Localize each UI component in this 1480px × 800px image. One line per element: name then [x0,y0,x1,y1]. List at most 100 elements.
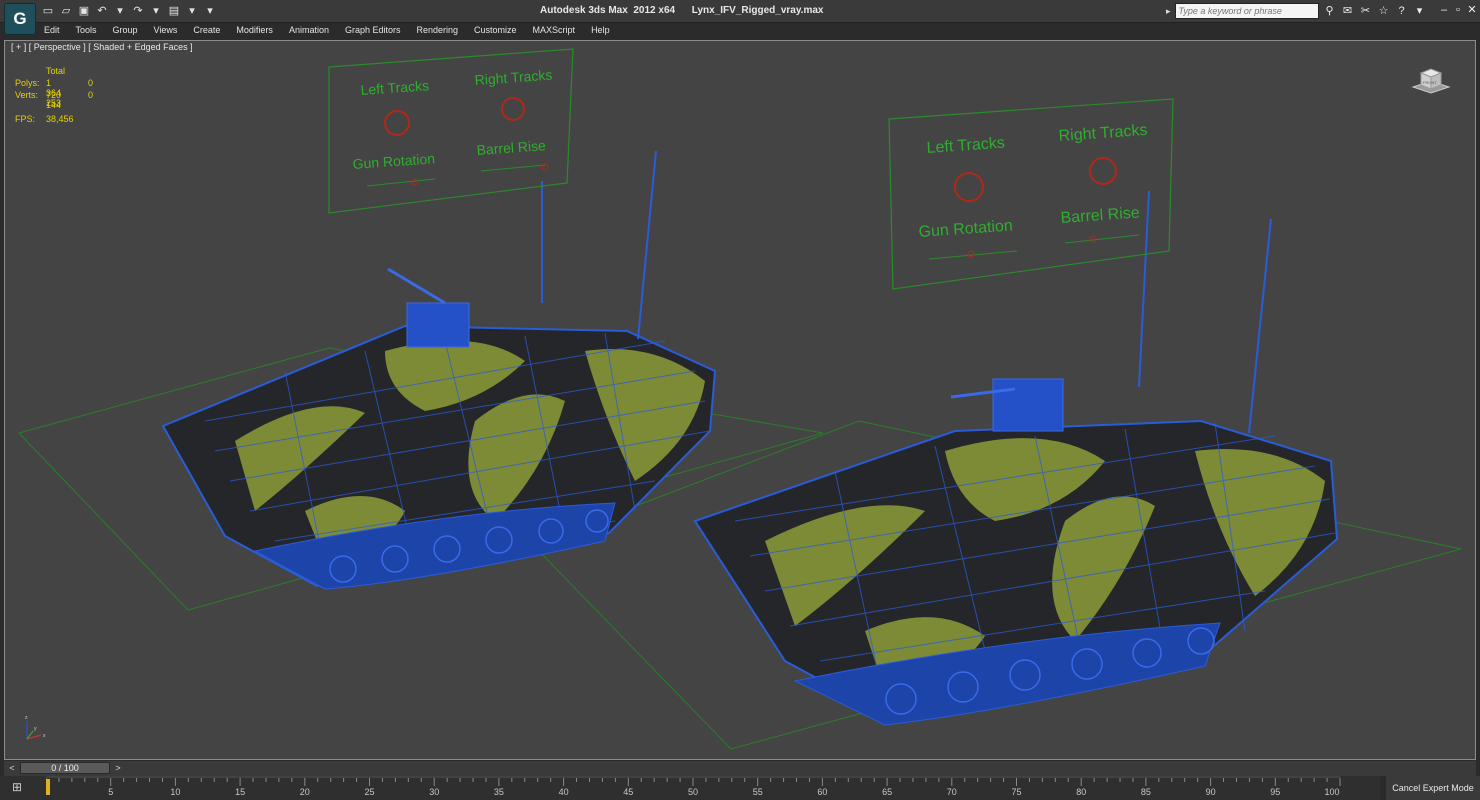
new-file-icon[interactable]: ▭ [40,4,56,18]
menu-animation[interactable]: Animation [281,22,337,38]
application-button[interactable]: G [4,3,36,35]
rig-label-gun-rotation: Gun Rotation [352,150,435,172]
menu-create[interactable]: Create [185,22,228,38]
frame-tick-label: 45 [623,787,633,797]
stats-verts-label: Verts: [15,90,39,100]
menu-maxscript[interactable]: MAXScript [525,22,584,38]
help-dropdown-icon[interactable]: ▾ [1413,4,1427,18]
menu-bar: Edit Tools Group Views Create Modifiers Animat… [36,22,618,38]
menu-customize[interactable]: Customize [466,22,525,38]
save-icon[interactable]: ▣ [76,4,92,18]
rig-label-right-tracks: Right Tracks [474,67,553,88]
lynx-ifv-model-right [693,190,1339,726]
dropdown-arrow-icon[interactable]: ▾ [148,4,164,18]
time-slider-next-button[interactable]: > [112,762,124,774]
rig-label-barrel-rise: Barrel Rise [476,137,546,158]
menu-help[interactable]: Help [583,22,618,38]
quick-access-toolbar: ▭ ▱ ▣ ↶ ▾ ↷ ▾ ▤ ▾ ▾ [40,4,218,18]
binoculars-icon[interactable]: ⚲ [1323,4,1337,18]
infocenter: ▸ ⚲ ✉ ✂ ☆ ? ▾ [1166,3,1427,19]
frame-tick-label: 5 [108,787,113,797]
search-expand-icon[interactable]: ▸ [1166,6,1171,17]
menu-edit[interactable]: Edit [36,22,68,38]
frame-tick-label: 90 [1206,787,1216,797]
frame-tick-label: 30 [429,787,439,797]
axis-y-label: y [34,726,37,732]
menu-tools[interactable]: Tools [68,22,105,38]
frame-tick-label: 15 [235,787,245,797]
customize-qat-icon[interactable]: ▾ [202,4,218,18]
redo-icon[interactable]: ↷ [130,4,146,18]
viewport-label-menu[interactable]: [ + ] [ Perspective ] [ Shaded + Edged F… [11,42,193,52]
perspective-viewport[interactable]: Left Tracks Right Tracks Gun Rotation Ba… [4,40,1476,760]
stats-polys-label: Polys: [15,78,40,88]
rig-label-right-tracks: Right Tracks [1058,122,1148,145]
cancel-expert-mode-button[interactable]: Cancel Expert Mode [1386,776,1480,800]
dropdown-arrow-icon[interactable]: ▾ [112,4,128,18]
rig-label-barrel-rise: Barrel Rise [1060,205,1140,227]
frame-ruler[interactable]: 0510152025303540455055606570758085909510… [46,776,1346,800]
viewcube-face-label: FRONT [1423,80,1437,85]
rig-controls-panel-right: Left Tracks Right Tracks Gun Rotation Ba… [888,98,1174,290]
frame-tick-label: 85 [1141,787,1151,797]
keyword-search-input[interactable] [1174,3,1319,19]
stats-verts-selected: 0 [88,90,94,100]
frame-tick-label: 50 [688,787,698,797]
frame-tick-label: 100 [1324,787,1339,797]
stats-fps-value: 38,456 [46,114,74,124]
help-icon[interactable]: ? [1395,4,1409,18]
scene-canvas[interactable]: Left Tracks Right Tracks Gun Rotation Ba… [5,41,1475,759]
mini-curve-editor-icon[interactable]: ⊞ [12,780,28,794]
menu-rendering[interactable]: Rendering [409,22,467,38]
frame-tick-label: 75 [1011,787,1021,797]
gun-rotation-control-icon [967,250,975,258]
open-folder-icon[interactable]: ▱ [58,4,74,18]
barrel-rise-control-icon [541,163,549,171]
left-tracks-control-icon [954,172,984,202]
menu-group[interactable]: Group [105,22,146,38]
close-icon[interactable]: ✕ [1464,3,1480,17]
frame-tick-label: 95 [1270,787,1280,797]
frame-tick-label: 55 [753,787,763,797]
time-slider-bar: < 0 / 100 > [4,761,1476,776]
menu-views[interactable]: Views [146,22,186,38]
frame-tick-label: 70 [947,787,957,797]
axis-tripod-icon: x y z [25,715,46,740]
gun-rotation-control-icon [411,178,419,186]
lynx-ifv-model-left [161,150,717,590]
rig-label-left-tracks: Left Tracks [926,135,1005,157]
track-bar[interactable]: ⊞ 05101520253035404550556065707580859095… [0,776,1380,800]
project-folder-icon[interactable]: ▤ [166,4,182,18]
left-tracks-control-icon [384,110,410,136]
stats-polys-selected: 0 [88,78,94,88]
communication-center-icon[interactable]: ✉ [1341,4,1355,18]
axis-x-label: x [43,733,46,739]
frame-tick-label: 80 [1076,787,1086,797]
rig-label-left-tracks: Left Tracks [360,77,429,98]
frame-tick-label: 20 [300,787,310,797]
menu-graph-editors[interactable]: Graph Editors [337,22,409,38]
frame-tick-label: 10 [170,787,180,797]
frame-tick-label: 35 [494,787,504,797]
rig-controls-panel-left: Left Tracks Right Tracks Gun Rotation Ba… [328,48,574,214]
stats-fps-label: FPS: [15,114,36,124]
stats-total-header: Total [46,66,66,76]
title-bar: ▭ ▱ ▣ ↶ ▾ ↷ ▾ ▤ ▾ ▾ Autodesk 3ds Max 2012 x64 Lyn… [0,0,1480,23]
barrel-rise-control-icon [1089,235,1097,243]
tools-icon[interactable]: ✂ [1359,4,1373,18]
favorites-star-icon[interactable]: ☆ [1377,4,1391,18]
viewcube-icon[interactable]: FRONT [1407,65,1455,95]
undo-icon[interactable]: ↶ [94,4,110,18]
frame-tick-label: 60 [817,787,827,797]
frame-tick-label: 65 [882,787,892,797]
axis-z-label: z [25,715,28,721]
right-tracks-control-icon [1089,157,1117,185]
menu-modifiers[interactable]: Modifiers [228,22,281,38]
time-slider-prev-button[interactable]: < [6,762,18,774]
stats-verts-total: 720 144 [46,90,62,110]
window-title: Autodesk 3ds Max 2012 x64 Lynx_IFV_Rigge… [540,5,824,16]
dropdown-arrow-icon[interactable]: ▾ [184,4,200,18]
right-tracks-control-icon [501,97,525,121]
current-frame-marker[interactable] [46,779,50,795]
time-slider-thumb[interactable]: 0 / 100 [20,762,110,774]
